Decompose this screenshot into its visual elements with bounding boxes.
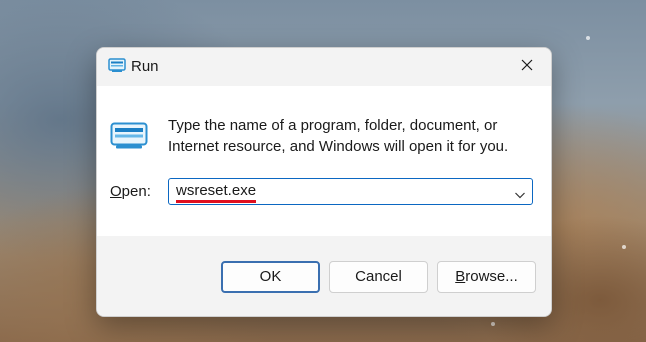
open-label-text: pen:: [121, 183, 151, 200]
browse-button[interactable]: Browse...: [437, 261, 536, 293]
dialog-body: Type the name of a program, folder, docu…: [97, 86, 551, 236]
ok-button[interactable]: OK: [221, 261, 320, 293]
open-label-accesskey: O: [110, 183, 122, 200]
browse-label: rowse...: [465, 268, 518, 285]
browse-accesskey: B: [455, 268, 466, 285]
run-icon: [110, 122, 148, 150]
button-bar: OK Cancel Browse...: [97, 236, 551, 316]
close-icon: [521, 58, 533, 76]
background-speck: [491, 322, 495, 326]
background-speck: [622, 245, 626, 249]
description-text: Type the name of a program, folder, docu…: [168, 117, 509, 155]
chevron-down-icon[interactable]: [514, 187, 526, 199]
run-dialog: Run Type the name of a program, folder, …: [96, 47, 552, 317]
cancel-button[interactable]: Cancel: [329, 261, 428, 293]
close-button[interactable]: [509, 52, 545, 82]
open-input-value[interactable]: wsreset.exe: [176, 183, 257, 203]
run-app-icon: [108, 58, 126, 73]
window-title: Run: [131, 58, 159, 75]
title-bar[interactable]: Run: [97, 48, 551, 86]
open-combobox[interactable]: wsreset.exe: [168, 178, 533, 205]
background-speck: [586, 36, 590, 40]
open-label: Open:: [110, 183, 151, 200]
